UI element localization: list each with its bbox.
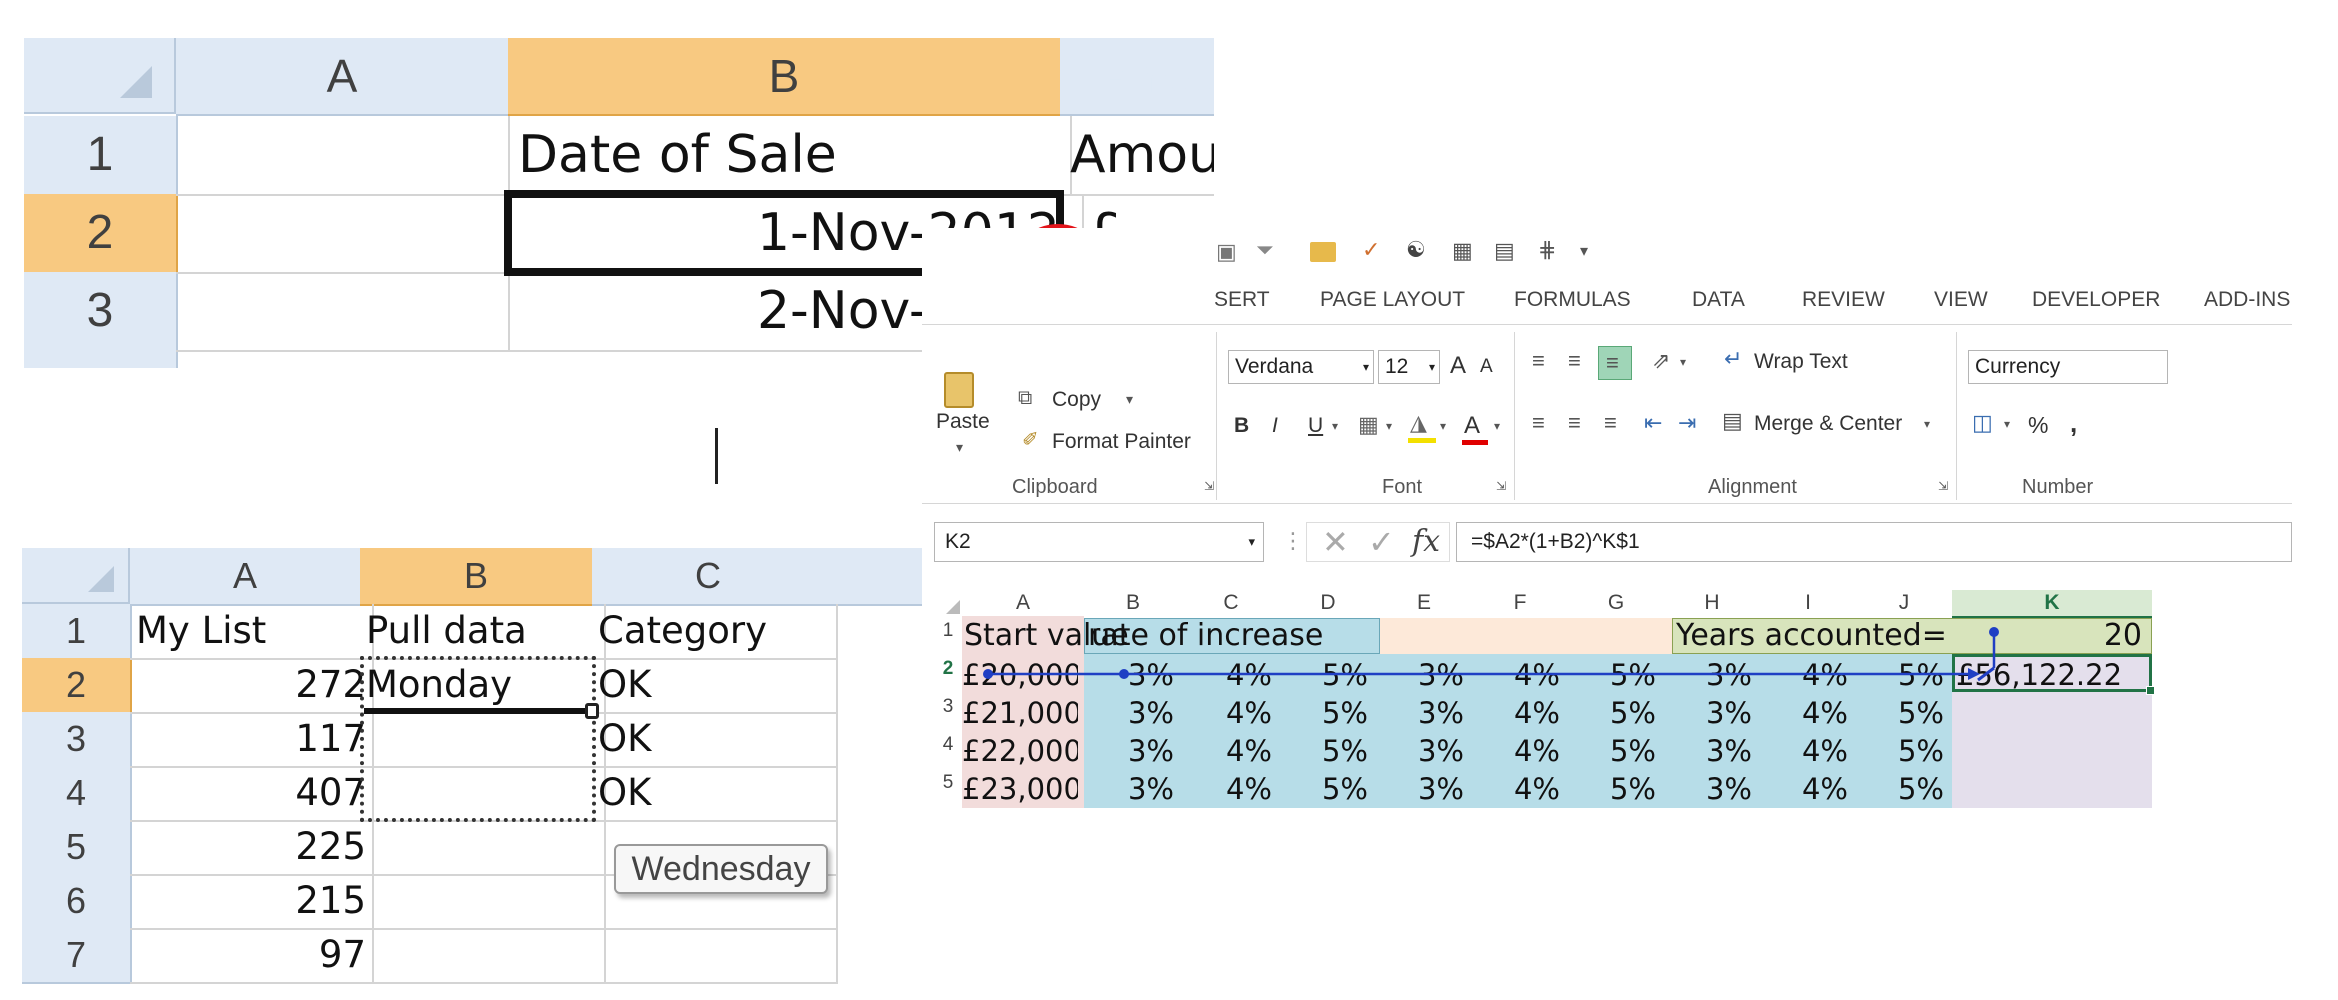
row-header-6[interactable]: 6 bbox=[22, 874, 132, 930]
excel-window-panel: ▣ ⏷ ✓ ☯ ▦ ▤ ⋕ ▾ SERT PAGE LAYOUT FORMULA… bbox=[922, 228, 2292, 828]
precedent-dot-b2 bbox=[1119, 669, 1129, 679]
drag-fill-range bbox=[360, 656, 596, 822]
cell-b1[interactable]: Pull data bbox=[360, 604, 606, 660]
select-all-corner[interactable] bbox=[24, 38, 176, 114]
row-header-2[interactable]: 2 bbox=[22, 658, 132, 714]
row-header-3[interactable]: 3 bbox=[24, 272, 178, 352]
cell-b7[interactable] bbox=[360, 928, 606, 984]
cell-c1[interactable]: Amou bbox=[1060, 116, 1214, 196]
row-header-1[interactable]: 1 bbox=[24, 116, 178, 196]
column-header-c[interactable]: Amou bbox=[1060, 38, 1214, 116]
row-header-1[interactable]: 1 bbox=[22, 604, 132, 660]
column-header-b[interactable]: B bbox=[508, 38, 1062, 116]
cell-a6[interactable]: 215 bbox=[130, 874, 374, 930]
cell-b5[interactable] bbox=[360, 820, 606, 876]
cell-a3[interactable]: 117 bbox=[130, 712, 374, 768]
fill-series-panel: A B C 1 2 3 4 5 6 7 My List Pull data Ca… bbox=[22, 548, 922, 1000]
row-header-4[interactable]: 4 bbox=[22, 766, 132, 822]
column-header-c[interactable]: C bbox=[592, 548, 826, 606]
cell-b1[interactable]: Date of Sale bbox=[508, 116, 1072, 196]
column-header-d[interactable] bbox=[824, 548, 922, 606]
cell-c4[interactable]: OK bbox=[592, 766, 838, 822]
column-header-b[interactable]: B bbox=[360, 548, 594, 606]
column-header-a[interactable]: A bbox=[130, 548, 362, 606]
row-header-5[interactable]: 5 bbox=[22, 820, 132, 876]
precedent-dot-a2 bbox=[983, 669, 993, 679]
cell-a2[interactable]: 272 bbox=[130, 658, 374, 714]
fill-handle[interactable] bbox=[585, 703, 599, 719]
select-all-triangle-icon bbox=[120, 66, 152, 98]
cell-a2[interactable] bbox=[176, 194, 510, 274]
cell-c7[interactable] bbox=[592, 928, 838, 984]
cell-c1[interactable]: Category bbox=[592, 604, 838, 660]
cell-a1[interactable] bbox=[176, 116, 510, 196]
autofill-tooltip: Wednesday bbox=[614, 844, 828, 894]
cell-a3[interactable] bbox=[176, 272, 510, 352]
row-header-3[interactable]: 3 bbox=[22, 712, 132, 768]
precedent-arrowhead-k1 bbox=[1977, 666, 1995, 682]
precedent-dot-k1 bbox=[1989, 627, 1999, 637]
cell-a7[interactable]: 97 bbox=[130, 928, 374, 984]
active-cell-underline bbox=[364, 708, 590, 714]
cell-b6[interactable] bbox=[360, 874, 606, 930]
cell-a4[interactable]: 407 bbox=[130, 766, 374, 822]
cell-a1[interactable]: My List bbox=[130, 604, 374, 660]
column-header-a[interactable]: A bbox=[176, 38, 510, 116]
row-header-7[interactable]: 7 bbox=[22, 928, 132, 984]
select-all-corner[interactable] bbox=[22, 548, 130, 604]
text-cursor bbox=[715, 428, 718, 484]
cell-c2[interactable]: OK bbox=[592, 658, 838, 714]
row-header-4[interactable] bbox=[24, 350, 178, 368]
select-all-triangle-icon bbox=[88, 566, 114, 592]
cell-c3[interactable]: OK bbox=[592, 712, 838, 768]
trace-precedents-arrows bbox=[983, 627, 1999, 682]
cell-a5[interactable]: 225 bbox=[130, 820, 374, 876]
row-header-2[interactable]: 2 bbox=[24, 194, 178, 274]
